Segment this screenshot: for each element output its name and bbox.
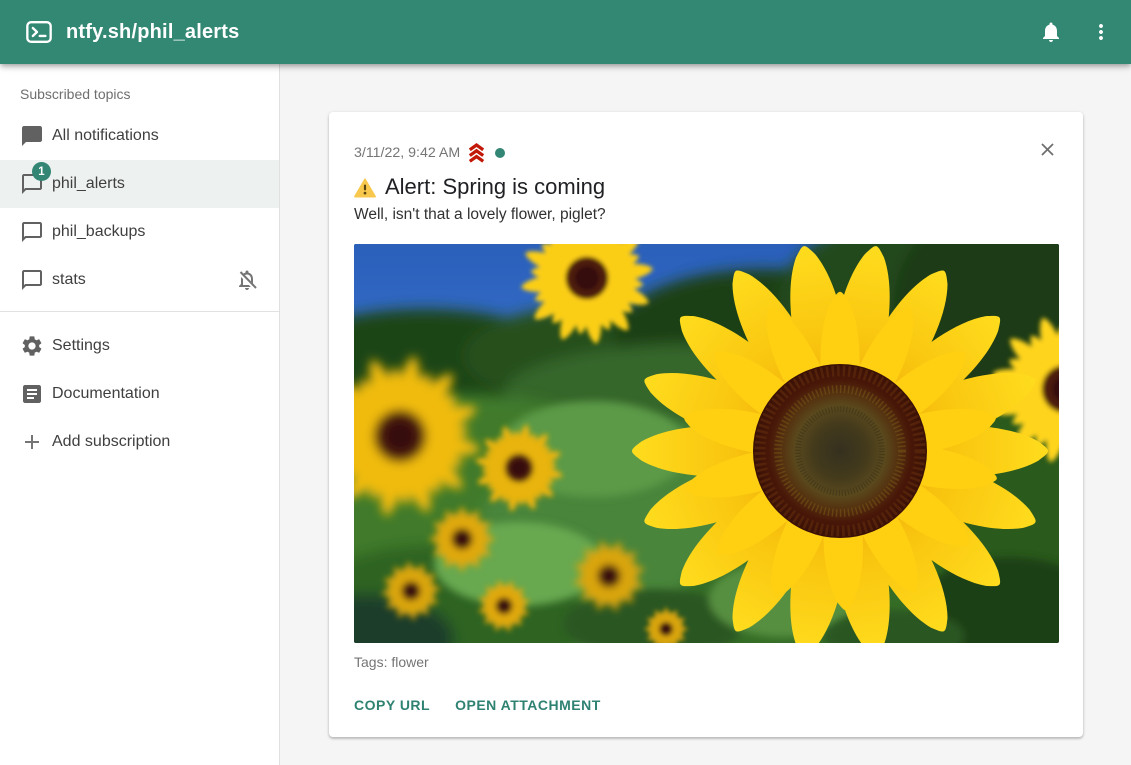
notification-card: 3/11/22, 9:42 AM — [329, 112, 1083, 737]
sidebar-item-stats[interactable]: stats — [0, 256, 279, 304]
notification-title: Alert: Spring is coming — [385, 174, 605, 200]
sidebar-item-label: All notifications — [52, 127, 159, 145]
notification-title-row: Alert: Spring is coming — [354, 174, 1059, 200]
sidebar-item-label: phil_alerts — [52, 175, 125, 193]
sidebar-item-add-subscription[interactable]: Add subscription — [0, 418, 279, 466]
ntfy-terminal-logo-icon — [25, 18, 53, 46]
sidebar-item-label: stats — [52, 271, 86, 289]
card-actions: COPY URL OPEN ATTACHMENT — [354, 697, 1059, 713]
article-icon — [20, 382, 44, 406]
notification-timestamp: 3/11/22, 9:42 AM — [354, 145, 460, 161]
chat-bubble-outline-icon: 1 — [20, 172, 44, 196]
sidebar-divider — [0, 311, 279, 312]
notification-body: Well, isn't that a lovely flower, piglet… — [354, 206, 1059, 224]
open-attachment-button[interactable]: OPEN ATTACHMENT — [455, 697, 601, 713]
notification-meta-row: 3/11/22, 9:42 AM — [354, 141, 1059, 164]
close-icon[interactable] — [1037, 139, 1058, 160]
overflow-menu-icon[interactable] — [1089, 20, 1113, 44]
sidebar-item-label: Add subscription — [52, 433, 170, 451]
sidebar-item-phil-alerts[interactable]: 1 phil_alerts — [0, 160, 279, 208]
sidebar-item-all-notifications[interactable]: All notifications — [0, 112, 279, 160]
main-content: 3/11/22, 9:42 AM — [281, 64, 1131, 765]
chat-bubble-outline-icon — [20, 268, 44, 292]
chat-bubble-outline-icon — [20, 220, 44, 244]
attachment-image[interactable] — [354, 244, 1059, 643]
gear-icon — [20, 334, 44, 358]
sidebar: Subscribed topics All notifications 1 ph… — [0, 64, 280, 765]
plus-icon — [20, 430, 44, 454]
notification-tags: Tags: flower — [354, 654, 1059, 670]
sidebar-item-documentation[interactable]: Documentation — [0, 370, 279, 418]
copy-url-button[interactable]: COPY URL — [354, 697, 430, 713]
sidebar-item-label: phil_backups — [52, 223, 145, 241]
page-title: ntfy.sh/phil_alerts — [66, 21, 239, 44]
sidebar-item-label: Settings — [52, 337, 110, 355]
sidebar-item-phil-backups[interactable]: phil_backups — [0, 208, 279, 256]
subscribed-topics-label: Subscribed topics — [0, 64, 279, 112]
new-indicator-dot — [495, 148, 505, 158]
chat-bubble-filled-icon — [20, 124, 44, 148]
app-bar: ntfy.sh/phil_alerts — [0, 0, 1131, 64]
notifications-off-icon — [235, 268, 259, 292]
notifications-bell-icon[interactable] — [1039, 20, 1063, 44]
unread-count-badge: 1 — [32, 162, 51, 181]
sidebar-item-label: Documentation — [52, 385, 160, 403]
max-priority-icon — [465, 141, 488, 164]
sidebar-item-settings[interactable]: Settings — [0, 322, 279, 370]
warning-triangle-icon — [354, 178, 376, 198]
